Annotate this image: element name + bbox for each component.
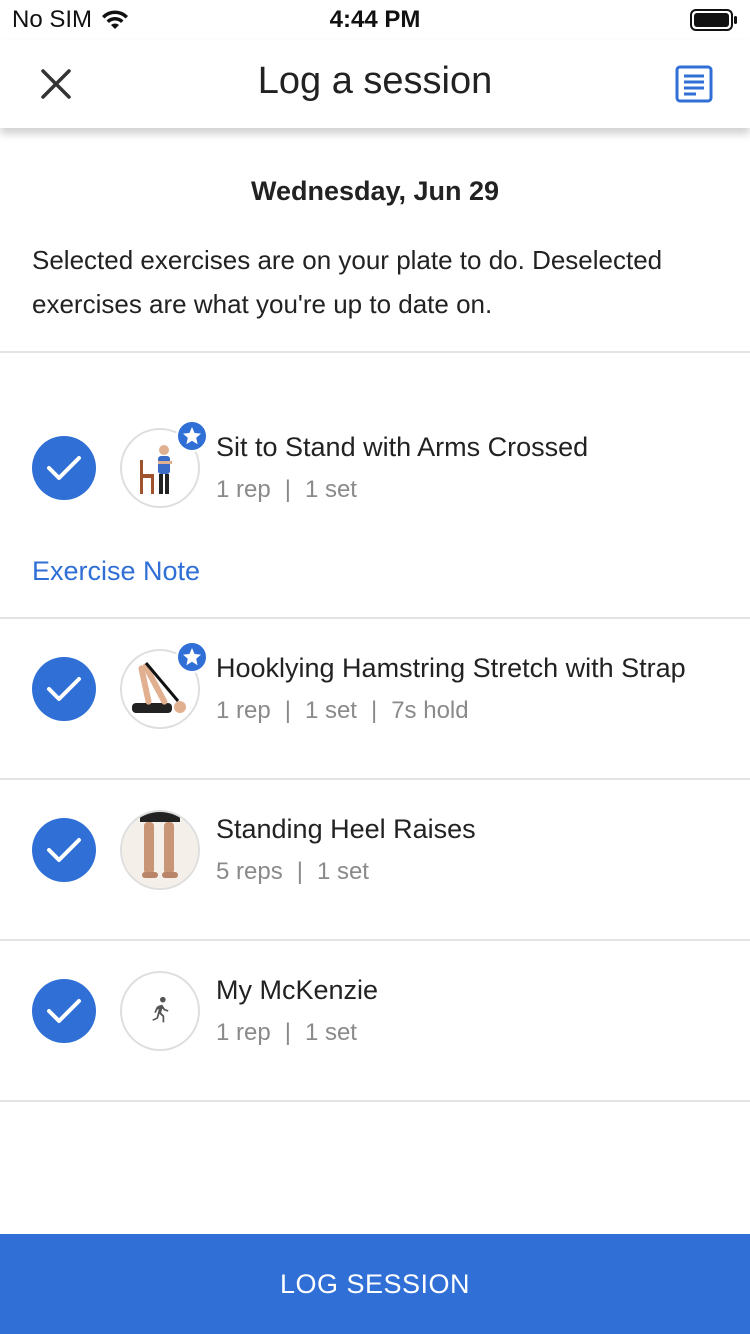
separator: |: [284, 476, 291, 503]
exercise-name[interactable]: My McKenzie: [216, 975, 716, 1006]
exercise-reps: 1 rep: [216, 476, 271, 503]
exercise-name[interactable]: Sit to Stand with Arms Crossed: [216, 432, 716, 463]
exercise-reps: 5 reps: [216, 858, 283, 885]
checkmark-icon: [47, 838, 81, 862]
notes-icon: [675, 65, 713, 103]
checkmark-icon: [47, 677, 81, 701]
star-icon: [183, 427, 201, 445]
divider: [0, 1100, 750, 1102]
exercise-checkbox[interactable]: [32, 979, 96, 1043]
starred-badge: [176, 420, 208, 452]
exercise-sets: 1 set: [304, 697, 357, 724]
exercise-checkbox[interactable]: [32, 436, 96, 500]
log-session-button[interactable]: LOG SESSION: [0, 1234, 750, 1334]
star-icon: [183, 648, 201, 666]
checkmark-icon: [47, 999, 81, 1023]
exercise-sets: 1 set: [304, 1019, 357, 1046]
exercise-details: 1 rep | 1 set | 7s hold: [216, 697, 469, 725]
exercise-thumbnail[interactable]: [120, 810, 200, 890]
exercise-name[interactable]: Hooklying Hamstring Stretch with Strap: [216, 653, 700, 684]
exercise-sets: 1 set: [316, 858, 369, 885]
exercise-checkbox[interactable]: [32, 818, 96, 882]
instructions-text: Selected exercises are on your plate to …: [32, 245, 663, 319]
separator: |: [284, 697, 291, 724]
divider: [0, 351, 750, 353]
running-person-icon: [152, 996, 169, 1023]
checkmark-icon: [47, 456, 81, 480]
separator: |: [370, 697, 378, 724]
exercise-details: 5 reps | 1 set: [216, 858, 369, 886]
exercise-details: 1 rep | 1 set: [216, 1019, 357, 1047]
starred-badge: [176, 641, 208, 673]
divider: [0, 939, 750, 941]
exercise-reps: 1 rep: [216, 697, 271, 724]
exercise-name[interactable]: Standing Heel Raises: [216, 814, 716, 845]
notes-button[interactable]: [666, 56, 722, 112]
separator: |: [284, 1019, 291, 1046]
page-title: Log a session: [257, 60, 493, 102]
exercise-reps: 1 rep: [216, 1019, 271, 1046]
exercise-sets: 1 set: [304, 476, 357, 503]
exercise-details: 1 rep | 1 set: [216, 476, 357, 504]
session-date: Wednesday, Jun 29: [250, 176, 500, 206]
separator: |: [296, 858, 303, 885]
heel-raises-illustration: [122, 812, 198, 888]
battery-icon: [690, 9, 737, 31]
status-time: 4:44 PM: [329, 6, 421, 33]
divider: [0, 778, 750, 780]
exercise-hold: 7s hold: [391, 697, 469, 724]
exercise-thumbnail[interactable]: [120, 971, 200, 1051]
divider: [0, 617, 750, 619]
exercise-checkbox[interactable]: [32, 657, 96, 721]
nav-bar: Log a session: [0, 40, 750, 128]
exercise-note-link[interactable]: Exercise Note: [32, 556, 200, 587]
status-bar: No SIM 4:44 PM: [0, 0, 750, 40]
